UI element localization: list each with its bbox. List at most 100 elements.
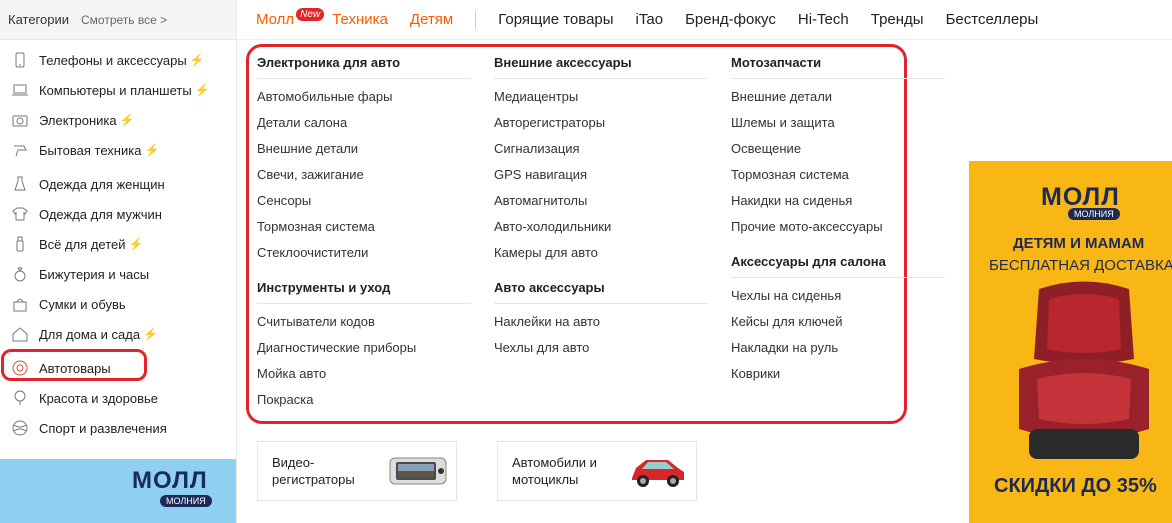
menu-link[interactable]: Тормозная система — [731, 166, 945, 192]
sidebar-category-item[interactable]: Электроника ⚡ — [0, 105, 236, 135]
menu-link[interactable]: Сенсоры — [257, 192, 471, 218]
nav-hi-tech[interactable]: Hi-Tech — [798, 11, 849, 28]
sidebar-category-item[interactable]: Спорт и развлечения — [0, 413, 236, 443]
menu-group-title[interactable]: Мотозапчасти — [731, 55, 945, 79]
sidebar-category-label: Бижутерия и часы — [39, 266, 150, 282]
menu-group-title[interactable]: Внешние аксессуары — [494, 55, 708, 79]
menu-link[interactable]: Кейсы для ключей — [731, 313, 945, 339]
mega-menu-column-1: Электроника для авто Автомобильные фары Де… — [257, 55, 471, 427]
card-dashcams[interactable]: Видео- регистраторы — [257, 441, 457, 501]
menu-link[interactable]: Наклейки на авто — [494, 313, 708, 339]
menu-group-title[interactable]: Аксессуары для салона — [731, 254, 945, 278]
sidebar-category-item[interactable]: Телефоны и аксессуары ⚡ — [0, 45, 236, 75]
right-promo-banner[interactable]: МОЛЛ МОЛНИЯ ДЕТЯМ И МАМАМ БЕСПЛАТНАЯ ДОС… — [969, 161, 1172, 523]
menu-link[interactable]: Шлемы и защита — [731, 114, 945, 140]
menu-link[interactable]: Чехлы на сиденья — [731, 287, 945, 313]
menu-link[interactable]: Накидки на сиденья — [731, 192, 945, 218]
lightning-icon: ⚡ — [144, 143, 160, 157]
car-seat-image — [1019, 281, 1149, 459]
nav-mall[interactable]: Молл New — [256, 8, 325, 28]
menu-group-title[interactable]: Электроника для авто — [257, 55, 471, 79]
menu-link[interactable]: Чехлы для авто — [494, 339, 708, 365]
menu-link[interactable]: Считыватели кодов — [257, 313, 471, 339]
menu-link[interactable]: Стеклоочистители — [257, 244, 471, 270]
menu-link[interactable]: Автомагнитолы — [494, 192, 708, 218]
menu-group-title[interactable]: Инструменты и уход — [257, 280, 471, 304]
menu-link[interactable]: Детали салона — [257, 114, 471, 140]
menu-link[interactable]: Свечи, зажигание — [257, 166, 471, 192]
sidebar-category-label: Одежда для мужчин — [39, 206, 162, 222]
sidebar-category-label: Электроника — [39, 112, 117, 128]
right-banner-logo-sub: МОЛНИЯ — [1068, 208, 1120, 220]
sidebar-title: Категории — [8, 12, 69, 27]
nav-mall-label: Молл — [256, 11, 295, 28]
nav-hot-deals[interactable]: Горящие товары — [498, 11, 613, 28]
nav-separator — [475, 10, 477, 29]
menu-link[interactable]: Прочие мото-аксессуары — [731, 218, 945, 244]
menu-link[interactable]: GPS навигация — [494, 166, 708, 192]
sidebar-category-label: Компьютеры и планшеты — [39, 82, 192, 98]
menu-link[interactable]: Освещение — [731, 140, 945, 166]
sidebar-category-label: Красота и здоровье — [39, 390, 159, 406]
menu-group: Мотозапчасти Внешние детали Шлемы и защита… — [731, 55, 945, 244]
top-navigation: Молл New Техника Детям Горящие товары iT… — [237, 0, 1172, 40]
menu-link[interactable]: Мойка авто — [257, 365, 471, 391]
card-dashcams-label: Видео- регистраторы — [272, 454, 382, 488]
sidebar-category-item[interactable]: Для дома и сада ⚡ — [0, 319, 236, 349]
menu-group: Аксессуары для салона Чехлы на сиденья Кей… — [731, 254, 945, 391]
sidebar-promo-banner[interactable]: МОЛЛ МОЛНИЯ — [0, 459, 236, 523]
nav-kids[interactable]: Детям — [410, 11, 453, 28]
sidebar-category-label: Одежда для женщин — [39, 176, 165, 192]
menu-link[interactable]: Покраска — [257, 391, 471, 417]
sidebar-header: Категории Смотреть все > — [0, 0, 236, 40]
nav-trends[interactable]: Тренды — [871, 11, 924, 28]
shirt-icon — [12, 206, 28, 222]
sidebar-category-item[interactable]: Компьютеры и планшеты ⚡ — [0, 75, 236, 105]
menu-link[interactable]: Коврики — [731, 365, 945, 391]
category-list: Телефоны и аксессуары ⚡ Компьютеры и планш… — [0, 40, 236, 443]
menu-link[interactable]: Тормозная система — [257, 218, 471, 244]
ball-icon — [12, 420, 28, 436]
dashcam-image — [389, 457, 447, 485]
menu-link[interactable]: Авто-холодильники — [494, 218, 708, 244]
nav-tech[interactable]: Техника — [332, 11, 388, 28]
menu-link[interactable]: Сигнализация — [494, 140, 708, 166]
phone-icon — [12, 52, 28, 68]
nav-itao[interactable]: iTao — [636, 11, 664, 28]
card-cars-moto[interactable]: Автомобили и мотоциклы — [497, 441, 697, 501]
menu-group: Внешние аксессуары Медиацентры Авторегистр… — [494, 55, 708, 270]
menu-group-title[interactable]: Авто аксессуары — [494, 280, 708, 304]
lightning-icon: ⚡ — [143, 327, 159, 341]
menu-link[interactable]: Диагностические приборы — [257, 339, 471, 365]
menu-link[interactable]: Накладки на руль — [731, 339, 945, 365]
bottle-icon — [12, 236, 28, 252]
sidebar-category-label: Сумки и обувь — [39, 296, 126, 312]
sidebar-category-item[interactable]: Красота и здоровье — [0, 383, 236, 413]
banner-logo: МОЛЛ — [132, 467, 208, 494]
sidebar-category-label: Всё для детей — [39, 236, 126, 252]
nav-brand-focus[interactable]: Бренд-фокус — [685, 11, 776, 28]
see-all-link[interactable]: Смотреть все > — [81, 13, 167, 27]
sidebar-category-item[interactable]: Сумки и обувь — [0, 289, 236, 319]
nav-bestsellers[interactable]: Бестселлеры — [946, 11, 1039, 28]
sidebar-category-item[interactable]: Всё для детей ⚡ — [0, 229, 236, 259]
sidebar-category-label: Для дома и сада — [39, 326, 141, 342]
sidebar-category-label: Спорт и развлечения — [39, 420, 167, 436]
right-banner-headline: ДЕТЯМ И МАМАМ — [1013, 235, 1145, 252]
sidebar-category-item[interactable]: Одежда для мужчин — [0, 199, 236, 229]
mega-menu-column-3: Мотозапчасти Внешние детали Шлемы и защита… — [731, 55, 945, 401]
right-banner-sale: СКИДКИ ДО 35% — [994, 475, 1157, 497]
sidebar-category-item[interactable]: Одежда для женщин — [0, 169, 236, 199]
menu-link[interactable]: Камеры для авто — [494, 244, 708, 270]
menu-link[interactable]: Внешние детали — [731, 88, 945, 114]
card-cars-label: Автомобили и мотоциклы — [512, 454, 622, 488]
appliance-icon — [12, 142, 28, 158]
menu-link[interactable]: Внешние детали — [257, 140, 471, 166]
sidebar-category-item[interactable]: Бижутерия и часы — [0, 259, 236, 289]
lightning-icon: ⚡ — [119, 113, 135, 127]
sidebar-category-item[interactable]: Бытовая техника ⚡ — [0, 135, 236, 165]
menu-link[interactable]: Медиацентры — [494, 88, 708, 114]
mirror-icon — [12, 390, 28, 406]
menu-link[interactable]: Автомобильные фары — [257, 88, 471, 114]
menu-link[interactable]: Авторегистраторы — [494, 114, 708, 140]
